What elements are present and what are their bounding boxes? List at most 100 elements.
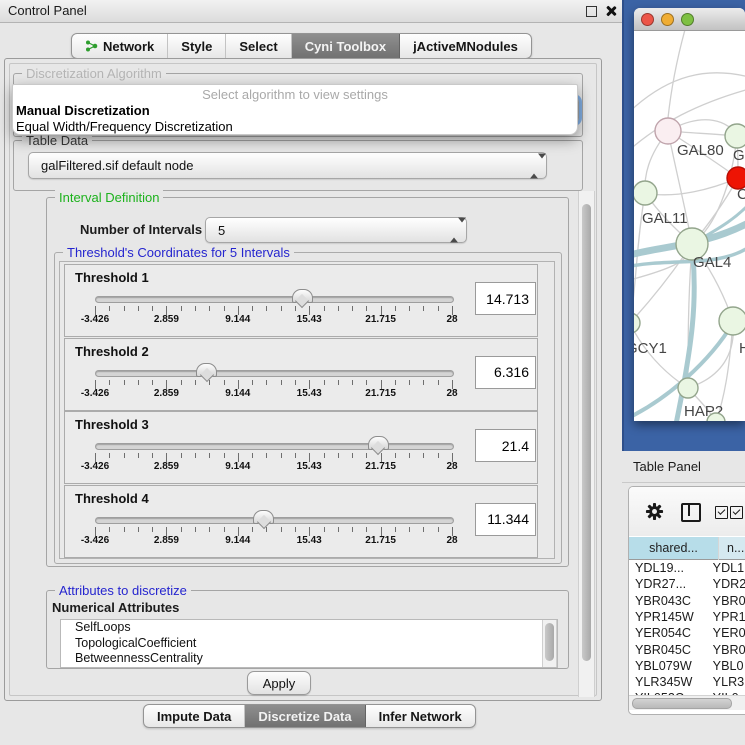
number-of-intervals-value: 5	[218, 223, 225, 238]
table-row[interactable]: YBR045CYBR0	[629, 642, 745, 658]
cell-name: YDL1	[703, 560, 745, 576]
threshold-slider-track[interactable]	[95, 443, 454, 450]
discretization-algorithm-group-title: Discretization Algorithm	[22, 66, 166, 81]
threshold-label: Threshold 1	[75, 270, 149, 285]
number-of-intervals-label: Number of Intervals	[80, 222, 202, 237]
screen: Control Panel NetworkStyleSelectCyni Too…	[0, 0, 745, 745]
zoom-window-icon[interactable]	[681, 13, 694, 26]
threshold-slider-thumb[interactable]	[368, 436, 389, 450]
threshold-value-field[interactable]: 11.344	[475, 503, 536, 536]
threshold-slider-thumb[interactable]	[253, 510, 274, 524]
attribute-item[interactable]: SelfLoops	[61, 620, 557, 636]
tab-network[interactable]: Network	[72, 34, 168, 58]
cell-shared-name: YDL19...	[629, 560, 703, 576]
threshold-value-field[interactable]: 21.4	[475, 429, 536, 462]
gal11-node[interactable]	[634, 181, 657, 205]
cell-shared-name: YBR043C	[629, 593, 703, 609]
algorithm-option-equal-width[interactable]: Equal Width/Frequency Discretization	[13, 119, 577, 135]
threshold-slider-thumb[interactable]	[196, 363, 217, 377]
close-panel-icon[interactable]	[605, 5, 617, 17]
scale-label: 9.144	[213, 461, 263, 472]
scale-label: 21.715	[356, 535, 406, 546]
split-columns-icon[interactable]	[681, 503, 701, 522]
minimize-window-icon[interactable]	[661, 13, 674, 26]
table-data-combo[interactable]: galFiltered.sif default node	[28, 152, 547, 179]
table-row[interactable]: YDL19...YDL1	[629, 560, 745, 576]
attribute-item[interactable]: TopologicalCoefficient	[61, 636, 557, 652]
tab-discretize-data[interactable]: Discretize Data	[245, 705, 365, 727]
cell-shared-name: YPR145W	[629, 609, 703, 625]
table-row[interactable]: YBR043CYBR0	[629, 593, 745, 609]
threshold-slider-track[interactable]	[95, 296, 454, 303]
table-hscrollbar[interactable]	[629, 695, 745, 710]
network-window-titlebar	[634, 8, 745, 31]
tab-select[interactable]: Select	[226, 34, 291, 58]
attributes-scrollbar[interactable]	[542, 620, 557, 667]
column-header-name[interactable]: n...	[719, 537, 745, 560]
network-icon	[85, 39, 98, 53]
table-row[interactable]: YPR145WYPR1	[629, 609, 745, 625]
tab-label: Infer Network	[379, 709, 462, 724]
numerical-attributes-label: Numerical Attributes	[52, 600, 179, 615]
scale-label: 28	[427, 388, 477, 399]
cell-name: YPR1	[703, 609, 745, 625]
network-canvas[interactable]: GAL80GCGAL11GAL4GCY1HHAP2	[634, 31, 745, 421]
algorithm-option-manual[interactable]: Manual Discretization	[13, 103, 577, 119]
tab-label: Network	[103, 39, 154, 54]
scale-label: 9.144	[213, 535, 263, 546]
combo-stepper-icon[interactable]	[450, 223, 458, 238]
tab-infer-network[interactable]: Infer Network	[366, 705, 475, 727]
tab-cyni-toolbox[interactable]: Cyni Toolbox	[292, 34, 400, 58]
float-panel-icon[interactable]	[586, 6, 597, 17]
threshold-3-panel: Threshold 3-3.4262.8599.14415.4321.71528…	[64, 411, 538, 484]
gcy1-node-label: GCY1	[634, 340, 667, 357]
interval-definition-group-title: Interval Definition	[55, 190, 163, 205]
tab-style[interactable]: Style	[168, 34, 226, 58]
threshold-value-field[interactable]: 14.713	[475, 282, 536, 315]
cell-name: YBR0	[703, 593, 745, 609]
apply-button-label: Apply	[263, 676, 296, 691]
threshold-slider-track[interactable]	[95, 370, 454, 377]
unselect-all-columns-icon[interactable]	[730, 506, 743, 519]
tab-label: Discretize Data	[258, 709, 351, 724]
table-row[interactable]: YER054CYER0	[629, 625, 745, 641]
cyni-bottom-tabs: Impute Data Discretize Data Infer Network	[143, 704, 476, 728]
threshold-slider-track[interactable]	[95, 517, 454, 524]
cell-name: YDR2	[703, 576, 745, 592]
scale-label: 2.859	[141, 461, 191, 472]
combo-stepper-icon[interactable]	[530, 158, 538, 173]
threshold-4-panel: Threshold 4-3.4262.8599.14415.4321.71528…	[64, 485, 538, 558]
gal80-node[interactable]	[655, 118, 681, 144]
table-row[interactable]: YBL079WYBL0	[629, 658, 745, 674]
close-window-icon[interactable]	[641, 13, 654, 26]
table-rows: YDL19...YDL1YDR27...YDR2YBR043CYBR0YPR14…	[629, 560, 745, 695]
select-all-columns-icon[interactable]	[715, 506, 728, 519]
apply-button[interactable]: Apply	[247, 671, 311, 695]
h-node[interactable]	[719, 307, 745, 335]
gcy1-node[interactable]	[634, 313, 640, 333]
gal-node[interactable]	[725, 124, 745, 148]
cell-shared-name: YER054C	[629, 625, 703, 641]
tab-label: jActiveMNodules	[413, 39, 518, 54]
scale-label: -3.426	[70, 461, 120, 472]
table-data-group: Table Data galFiltered.sif default node	[13, 140, 583, 191]
tab-impute-data[interactable]: Impute Data	[144, 705, 245, 727]
threshold-slider-thumb[interactable]	[292, 289, 313, 303]
column-header-shared-name[interactable]: shared...	[629, 537, 719, 560]
table-hscrollbar-thumb[interactable]	[632, 698, 732, 709]
table-row[interactable]: YDR27...YDR2	[629, 576, 745, 592]
table-row[interactable]: YLR345WYLR3	[629, 674, 745, 690]
tab-jactivemnodules[interactable]: jActiveMNodules	[400, 34, 531, 58]
tab-label: Style	[181, 39, 212, 54]
attribute-item[interactable]: BetweennessCentrality	[61, 651, 557, 667]
cell-name: YER0	[703, 625, 745, 641]
hap2-node[interactable]	[678, 378, 698, 398]
gear-icon[interactable]	[645, 502, 664, 521]
attributes-scrollbar-thumb[interactable]	[545, 623, 554, 661]
panel-scrollbar-thumb[interactable]	[582, 204, 591, 661]
number-of-intervals-combo[interactable]: 5	[205, 217, 467, 243]
threshold-1-panel: Threshold 1-3.4262.8599.14415.4321.71528…	[64, 264, 538, 337]
gal-node-label: G	[733, 147, 745, 164]
threshold-value-field[interactable]: 6.316	[475, 356, 536, 389]
panel-scrollbar[interactable]	[578, 191, 595, 697]
